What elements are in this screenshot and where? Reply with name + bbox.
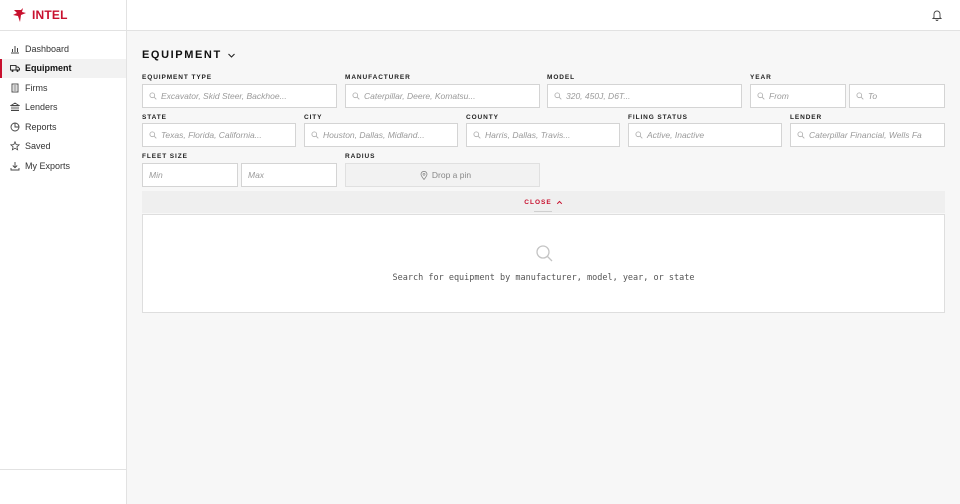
page-title-text: EQUIPMENT <box>142 49 222 61</box>
county-label: COUNTY <box>466 114 499 121</box>
truck-icon <box>10 63 20 73</box>
sidebar-item-dashboard[interactable]: Dashboard <box>0 39 126 59</box>
empty-state-message: Search for equipment by manufacturer, mo… <box>392 273 695 283</box>
sidebar: INTEL Dashboard Equipment Firms Lenders <box>0 0 127 504</box>
model-input[interactable]: 320, 450J, D6T... <box>547 84 742 108</box>
sidebar-item-saved[interactable]: Saved <box>0 137 126 157</box>
fleet-size-label: FLEET SIZE <box>142 153 188 160</box>
model-placeholder: 320, 450J, D6T... <box>566 91 631 101</box>
filters-collapse-toggle[interactable]: CLOSE <box>142 191 945 213</box>
search-icon <box>856 92 864 100</box>
county-input[interactable]: Harris, Dallas, Travis... <box>466 123 620 147</box>
city-input[interactable]: Houston, Dallas, Midland... <box>304 123 458 147</box>
city-label: CITY <box>304 114 323 121</box>
drop-pin-button[interactable]: Drop a pin <box>345 163 540 187</box>
equipment-type-label: EQUIPMENT TYPE <box>142 74 213 81</box>
sidebar-nav: Dashboard Equipment Firms Lenders Report… <box>0 31 126 176</box>
sidebar-footer-divider <box>0 469 126 470</box>
filing-status-label: FILING STATUS <box>628 114 688 121</box>
sidebar-item-lenders[interactable]: Lenders <box>0 98 126 118</box>
lender-input[interactable]: Caterpillar Financial, Wells Fa <box>790 123 945 147</box>
lender-label: LENDER <box>790 114 823 121</box>
filing-status-placeholder: Active, Inactive <box>647 130 705 140</box>
chevron-down-icon <box>227 53 235 58</box>
fleet-size-max-input[interactable]: Max <box>241 163 337 187</box>
sidebar-item-reports[interactable]: Reports <box>0 117 126 137</box>
fleet-size-min-placeholder: Min <box>149 170 163 180</box>
equipment-type-input[interactable]: Excavator, Skid Steer, Backhoe... <box>142 84 337 108</box>
filing-status-input[interactable]: Active, Inactive <box>628 123 782 147</box>
search-icon <box>352 92 360 100</box>
sidebar-item-label: Equipment <box>25 63 72 74</box>
search-icon <box>149 131 157 139</box>
logo[interactable]: INTEL <box>0 0 126 31</box>
collapse-handle <box>534 211 552 212</box>
manufacturer-placeholder: Caterpillar, Deere, Komatsu... <box>364 91 476 101</box>
sidebar-item-label: My Exports <box>25 160 71 171</box>
fleet-size-min-input[interactable]: Min <box>142 163 238 187</box>
fleet-size-max-placeholder: Max <box>248 170 265 180</box>
model-label: MODEL <box>547 74 575 81</box>
page-title[interactable]: EQUIPMENT <box>142 49 236 61</box>
bar-chart-icon <box>10 44 20 54</box>
download-icon <box>10 161 20 171</box>
year-to-placeholder: To <box>868 91 878 101</box>
sidebar-item-label: Firms <box>25 82 48 93</box>
sidebar-item-label: Saved <box>25 141 51 152</box>
close-label: CLOSE <box>524 198 552 206</box>
search-icon <box>536 245 553 262</box>
brand-logo-icon <box>13 8 26 22</box>
sidebar-item-firms[interactable]: Firms <box>0 78 126 98</box>
year-to-input[interactable]: To <box>849 84 945 108</box>
search-icon <box>635 131 643 139</box>
search-icon <box>473 131 481 139</box>
map-pin-icon <box>420 170 428 180</box>
bell-icon[interactable] <box>931 9 943 21</box>
manufacturer-input[interactable]: Caterpillar, Deere, Komatsu... <box>345 84 540 108</box>
sidebar-item-equipment[interactable]: Equipment <box>0 58 126 78</box>
lender-placeholder: Caterpillar Financial, Wells Fa <box>809 130 922 140</box>
sidebar-item-label: Lenders <box>25 102 58 113</box>
results-panel: Search for equipment by manufacturer, mo… <box>142 214 945 313</box>
county-placeholder: Harris, Dallas, Travis... <box>485 130 571 140</box>
search-icon <box>757 92 765 100</box>
drop-pin-label: Drop a pin <box>431 170 472 180</box>
year-from-input[interactable]: From <box>750 84 846 108</box>
year-label: YEAR <box>750 74 772 81</box>
chevron-up-icon <box>556 200 562 204</box>
city-placeholder: Houston, Dallas, Midland... <box>323 130 425 140</box>
manufacturer-label: MANUFACTURER <box>345 74 411 81</box>
bank-icon <box>10 102 20 112</box>
state-input[interactable]: Texas, Florida, California... <box>142 123 296 147</box>
star-icon <box>10 141 20 151</box>
sidebar-item-label: Reports <box>25 121 57 132</box>
top-bar <box>127 0 960 31</box>
search-icon <box>797 131 805 139</box>
search-icon <box>554 92 562 100</box>
search-icon <box>149 92 157 100</box>
building-icon <box>10 83 20 93</box>
state-label: STATE <box>142 114 167 121</box>
year-from-placeholder: From <box>769 91 789 101</box>
sidebar-item-my-exports[interactable]: My Exports <box>0 156 126 176</box>
brand-name: INTEL <box>32 8 68 22</box>
equipment-type-placeholder: Excavator, Skid Steer, Backhoe... <box>161 91 287 101</box>
state-placeholder: Texas, Florida, California... <box>161 130 262 140</box>
search-icon <box>311 131 319 139</box>
radius-label: RADIUS <box>345 153 376 160</box>
sidebar-item-label: Dashboard <box>25 43 70 54</box>
pie-chart-icon <box>10 122 20 132</box>
